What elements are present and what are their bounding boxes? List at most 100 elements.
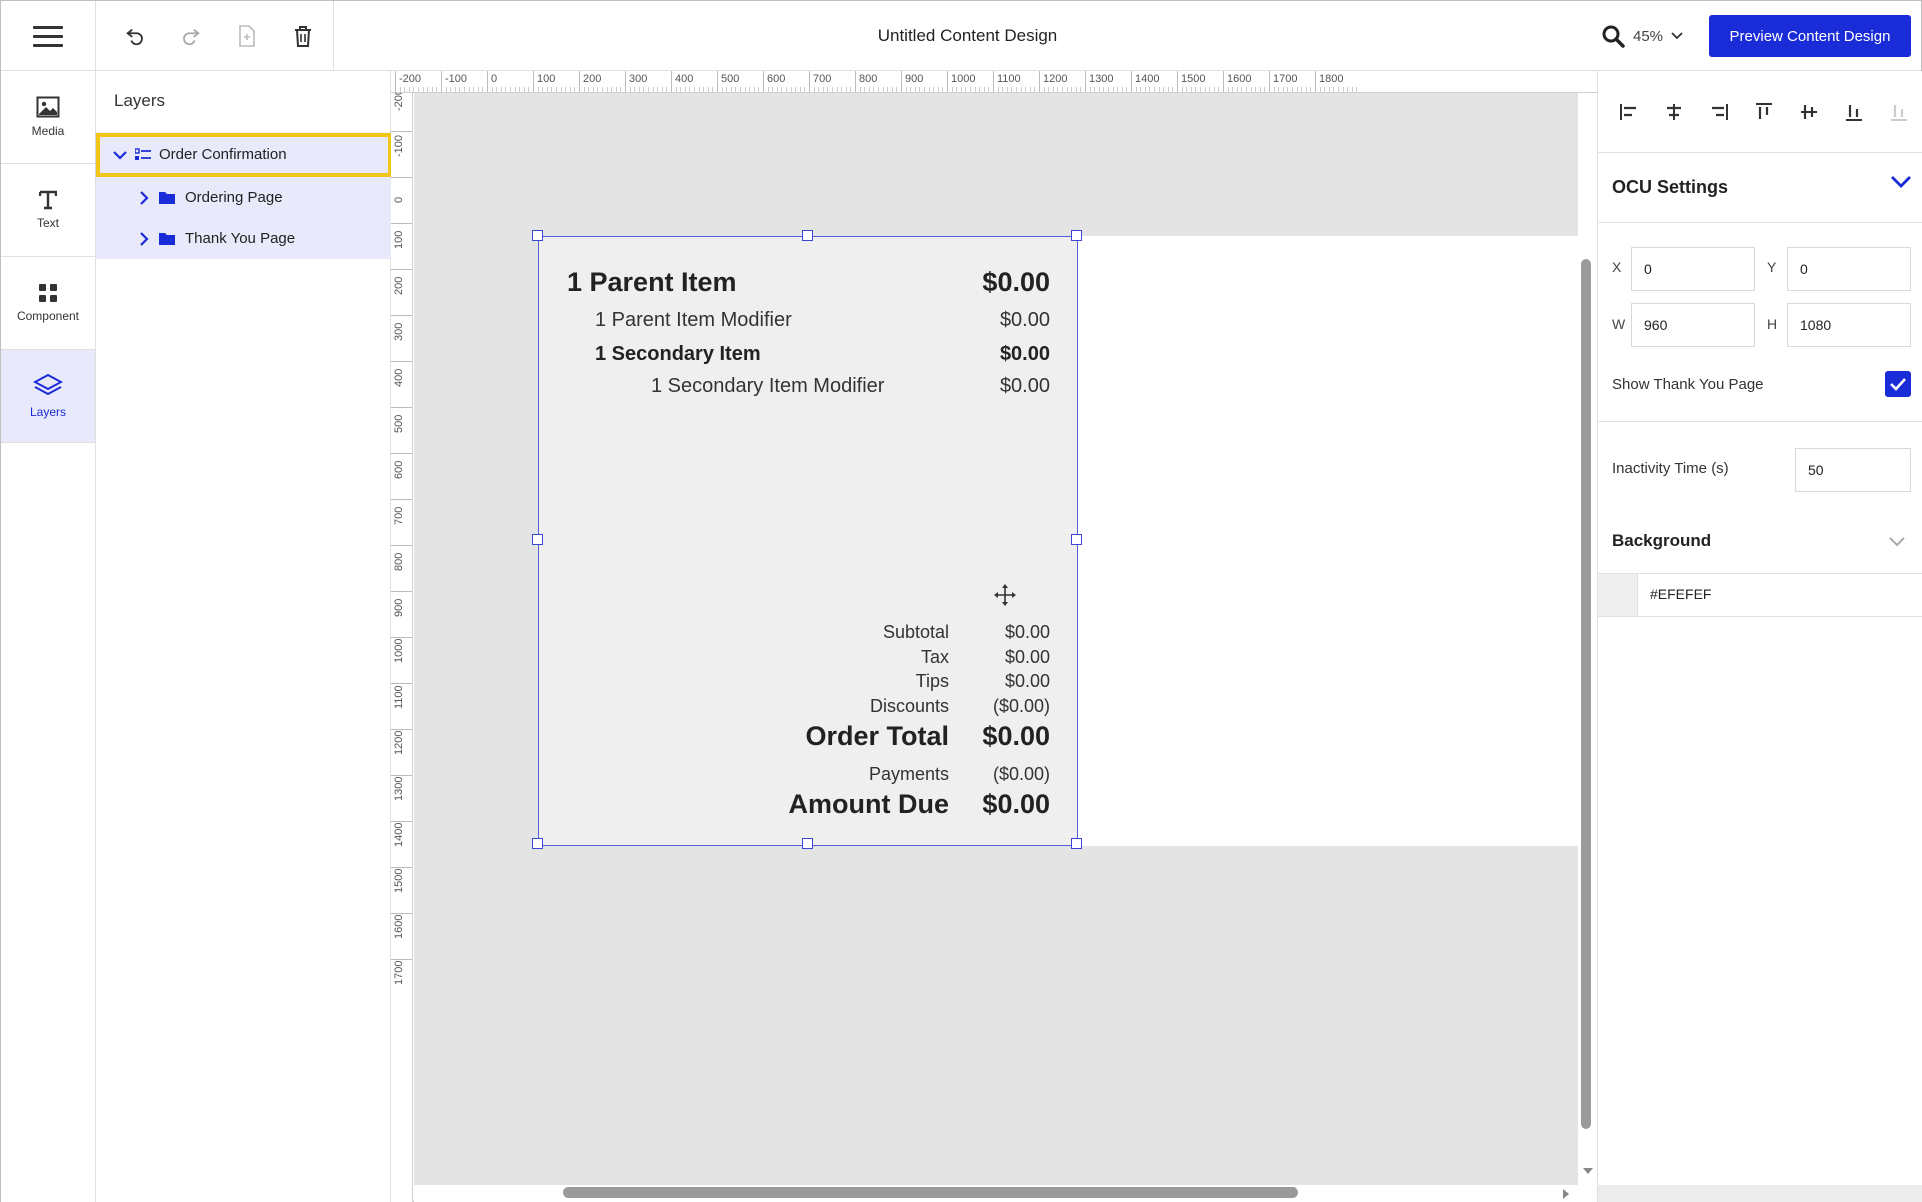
move-icon[interactable]	[993, 583, 1017, 607]
redo-button[interactable]	[172, 17, 210, 55]
ruler-minor-tick	[445, 87, 447, 92]
divider	[1598, 421, 1922, 422]
ruler-minor-tick	[1126, 87, 1128, 92]
align-top-button[interactable]	[1747, 95, 1780, 128]
ruler-minor-tick	[1002, 87, 1004, 92]
ruler-minor-tick	[1029, 87, 1031, 92]
w-input[interactable]: 960	[1631, 303, 1755, 347]
ruler-minor-tick	[1292, 87, 1293, 92]
document-title[interactable]: Untitled Content Design	[334, 1, 1601, 71]
ruler-tick-label: 800	[393, 552, 405, 571]
align-right-button[interactable]	[1702, 95, 1735, 128]
zoom-level: 45%	[1633, 27, 1664, 45]
ruler-minor-tick	[730, 87, 732, 92]
scroll-right-arrow-icon[interactable]	[1562, 1188, 1570, 1200]
rail-item-text[interactable]: Text	[1, 164, 95, 257]
duplicate-button[interactable]	[228, 17, 266, 55]
ruler-minor-tick	[496, 87, 498, 92]
menu-button[interactable]	[1, 1, 96, 71]
align-bottom-button[interactable]	[1837, 95, 1870, 128]
design-canvas[interactable]: 1 Parent Item $0.00 1 Parent Item Modifi…	[414, 93, 1578, 1185]
ruler-minor-tick	[1301, 87, 1303, 92]
ruler-minor-tick	[1163, 87, 1165, 92]
w-label: W	[1612, 316, 1626, 332]
ruler-minor-tick	[1250, 87, 1252, 92]
resize-handle-top-right[interactable]	[1071, 230, 1082, 241]
tax-value: $0.00	[1004, 647, 1050, 667]
ruler-minor-tick	[772, 87, 774, 92]
rail-label-component: Component	[16, 309, 80, 323]
ocu-settings-header[interactable]: OCU Settings	[1598, 153, 1922, 223]
show-thank-you-checkbox[interactable]	[1885, 371, 1911, 397]
ruler-minor-tick	[919, 87, 921, 92]
background-color-swatch[interactable]	[1598, 574, 1638, 616]
ruler-minor-tick	[1305, 87, 1307, 92]
ruler-minor-tick	[1236, 87, 1238, 92]
ruler-minor-tick	[620, 87, 622, 92]
resize-handle-right[interactable]	[1071, 534, 1082, 545]
parent-modifier-label: 1 Parent Item Modifier	[595, 309, 792, 331]
ruler-minor-tick	[652, 87, 654, 92]
ruler-minor-tick	[528, 87, 530, 92]
scroll-down-arrow-icon[interactable]	[1582, 1167, 1594, 1175]
ruler-minor-tick	[956, 87, 958, 92]
ruler-minor-tick	[588, 87, 590, 92]
ruler-minor-tick	[1319, 87, 1321, 92]
vertical-scroll-thumb[interactable]	[1581, 259, 1591, 1129]
zoom-control[interactable]: 45%	[1601, 1, 1701, 71]
rail-item-media[interactable]: Media	[1, 71, 95, 164]
ruler-minor-tick	[629, 87, 631, 92]
resize-handle-left[interactable]	[532, 534, 543, 545]
y-input[interactable]: 0	[1787, 247, 1911, 291]
ruler-minor-tick	[1011, 87, 1013, 92]
ruler-minor-tick	[431, 87, 433, 92]
ruler-minor-tick	[1347, 87, 1349, 92]
order-confirmation-block[interactable]: 1 Parent Item $0.00 1 Parent Item Modifi…	[532, 230, 1082, 849]
resize-handle-top[interactable]	[802, 230, 813, 241]
ruler-minor-tick	[404, 87, 406, 92]
ruler-minor-tick	[878, 87, 879, 92]
resize-handle-bottom[interactable]	[802, 838, 813, 849]
chevron-right-icon	[140, 231, 149, 246]
rail-item-layers[interactable]: Layers	[1, 350, 95, 443]
align-middle-button[interactable]	[1792, 95, 1825, 128]
chevron-down-icon[interactable]	[1888, 536, 1906, 547]
horizontal-scroll-thumb[interactable]	[563, 1187, 1298, 1198]
rail-item-component[interactable]: Component	[1, 257, 95, 350]
resize-handle-bottom-right[interactable]	[1071, 838, 1082, 849]
layer-ordering-page[interactable]: Ordering Page	[96, 177, 391, 218]
ruler-minor-tick	[873, 87, 875, 92]
background-color-field[interactable]: #EFEFEF	[1598, 573, 1922, 617]
tips-label: Tips	[915, 671, 949, 691]
ruler-minor-tick	[689, 87, 691, 92]
x-input[interactable]: 0	[1631, 247, 1755, 291]
resize-handle-bottom-left[interactable]	[532, 838, 543, 849]
ruler-minor-tick	[1043, 87, 1045, 92]
ruler-minor-tick	[1282, 87, 1284, 92]
ruler-minor-tick	[1209, 87, 1211, 92]
ruler-minor-tick	[983, 87, 985, 92]
ruler-minor-tick	[1144, 87, 1146, 92]
distribute-icon	[1890, 104, 1907, 121]
ruler-minor-tick	[767, 87, 769, 92]
background-section-title[interactable]: Background	[1612, 531, 1711, 551]
ruler-minor-tick	[514, 87, 516, 92]
align-left-button[interactable]	[1612, 95, 1645, 128]
resize-handle-top-left[interactable]	[532, 230, 543, 241]
distribute-button[interactable]	[1882, 95, 1915, 128]
undo-button[interactable]	[116, 17, 154, 55]
ruler-minor-tick	[896, 87, 898, 92]
layer-thank-you-page[interactable]: Thank You Page	[96, 218, 391, 259]
preview-button[interactable]: Preview Content Design	[1709, 15, 1911, 57]
delete-button[interactable]	[284, 17, 322, 55]
ruler-minor-tick	[505, 87, 507, 92]
subtotal-label: Subtotal	[882, 622, 949, 642]
chevron-down-icon[interactable]	[1890, 175, 1912, 189]
inactivity-time-input[interactable]: 50	[1795, 448, 1911, 492]
layers-icon	[33, 373, 63, 396]
parent-item-label: 1 Parent Item	[567, 267, 737, 297]
edit-toolbar	[96, 1, 334, 71]
align-center-horizontal-button[interactable]	[1657, 95, 1690, 128]
h-input[interactable]: 1080	[1787, 303, 1911, 347]
ruler-minor-tick	[744, 87, 746, 92]
